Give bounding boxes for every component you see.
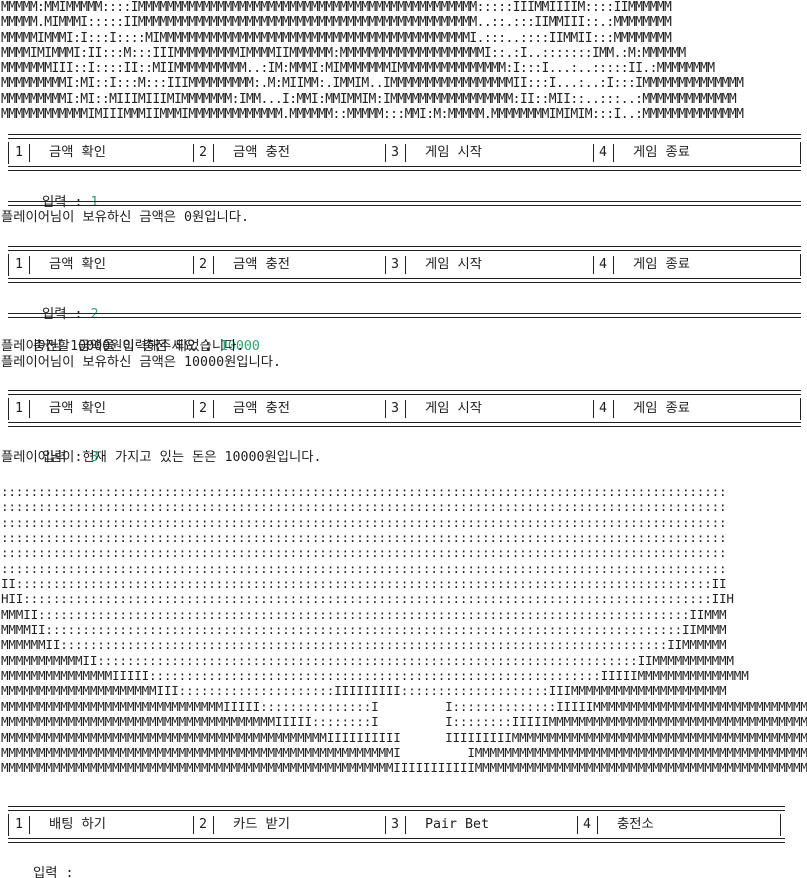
- menu-item-3[interactable]: Pair Bet: [425, 816, 489, 834]
- menu-divider: [193, 816, 194, 834]
- menu-item-2[interactable]: 금액 충전: [233, 256, 290, 274]
- menu-item-1[interactable]: 배팅 하기: [49, 816, 106, 834]
- menu-separator: [613, 256, 614, 274]
- console-window[interactable]: MMMMM:MMIMMMMM::::IMMMMMMMMMMMMMMMMMMMMM…: [0, 0, 807, 878]
- section-divider: [8, 313, 801, 318]
- input-line[interactable]: 입력 : 2: [10, 291, 99, 322]
- menu-separator: [597, 816, 598, 834]
- menu-separator: [405, 256, 406, 274]
- game-menu: 1 배팅 하기 2 카드 받기 3 Pair Bet 4 충전소: [8, 814, 781, 836]
- menu-item-number: 2: [199, 401, 208, 416]
- menu-item-number: 1: [15, 817, 24, 832]
- menu-separator: [29, 816, 30, 834]
- input-line[interactable]: 입력 : 1: [10, 179, 99, 210]
- menu-item-4[interactable]: 게임 종료: [633, 400, 690, 418]
- menu-item-3[interactable]: 게임 시작: [425, 144, 482, 162]
- menu-item-number: 3: [391, 401, 400, 416]
- menu-item-number: 3: [391, 257, 400, 272]
- main-menu: 1 금액 확인 2 금액 충전 3 게임 시작 4 게임 종료: [8, 254, 801, 276]
- menu-border-bottom: [8, 166, 801, 171]
- menu-divider: [593, 144, 594, 162]
- menu-item-1[interactable]: 금액 확인: [49, 256, 106, 274]
- menu-border-bottom: [8, 422, 801, 427]
- menu-divider: [385, 256, 386, 274]
- title-ascii-art: MMMMM:MMIMMMMM::::IMMMMMMMMMMMMMMMMMMMMM…: [1, 0, 744, 122]
- menu-separator: [613, 400, 614, 418]
- menu-item-2[interactable]: 카드 받기: [233, 816, 290, 834]
- input-line[interactable]: 입력 : 3: [10, 434, 99, 465]
- menu-item-3[interactable]: 게임 시작: [425, 256, 482, 274]
- menu-item-number: 3: [391, 145, 400, 160]
- final-input-line[interactable]: 입력 :: [1, 850, 82, 878]
- menu-separator: [29, 400, 30, 418]
- menu-item-1[interactable]: 금액 확인: [49, 144, 106, 162]
- menu-separator: [213, 256, 214, 274]
- menu-item-2[interactable]: 금액 충전: [233, 400, 290, 418]
- menu-item-number: 1: [15, 401, 24, 416]
- game-menu-border-bottom: [8, 838, 785, 843]
- menu-item-4[interactable]: 게임 종료: [633, 256, 690, 274]
- menu-divider: [385, 144, 386, 162]
- menu-item-number: 4: [599, 145, 608, 160]
- menu-item-number: 1: [15, 145, 24, 160]
- menu-divider: [193, 144, 194, 162]
- menu-item-4[interactable]: 게임 종료: [633, 144, 690, 162]
- balance-message: 플레이어님이 보유하신 금액은 10000원입니다.: [1, 355, 282, 370]
- menu-item-number: 2: [199, 257, 208, 272]
- card-table-ascii-art: ::::::::::::::::::::::::::::::::::::::::…: [1, 484, 807, 776]
- menu-separator: [213, 816, 214, 834]
- menu-item-number: 1: [15, 257, 24, 272]
- menu-divider: [593, 400, 594, 418]
- menu-separator: [213, 144, 214, 162]
- menu-separator: [213, 400, 214, 418]
- menu-divider: [593, 256, 594, 274]
- menu-item-number: 4: [599, 401, 608, 416]
- main-menu: 1 금액 확인 2 금액 충전 3 게임 시작 4 게임 종료: [8, 142, 801, 164]
- charge-prompt-line[interactable]: 충전할 금액을 입력해주세요 : 10000: [1, 323, 260, 354]
- game-menu-border-top: [8, 806, 785, 811]
- menu-item-3[interactable]: 게임 시작: [425, 400, 482, 418]
- main-menu: 1 금액 확인 2 금액 충전 3 게임 시작 4 게임 종료: [8, 398, 801, 420]
- menu-border-top: [8, 390, 801, 395]
- section-divider: [8, 201, 801, 206]
- balance-message: 플레이어님이 보유하신 금액은 0원입니다.: [1, 210, 249, 225]
- menu-divider: [193, 256, 194, 274]
- menu-item-number: 3: [391, 817, 400, 832]
- menu-border-top: [8, 246, 801, 251]
- menu-item-number: 2: [199, 145, 208, 160]
- menu-item-number: 2: [199, 817, 208, 832]
- menu-separator: [405, 816, 406, 834]
- menu-divider: [193, 400, 194, 418]
- charged-message: 플레이어님 10000원이 충전 되었습니다.: [1, 339, 245, 354]
- menu-item-2[interactable]: 금액 충전: [233, 144, 290, 162]
- menu-separator: [405, 144, 406, 162]
- menu-item-4[interactable]: 충전소: [617, 816, 654, 834]
- menu-item-number: 4: [583, 817, 592, 832]
- menu-separator: [29, 144, 30, 162]
- menu-separator: [405, 400, 406, 418]
- current-money-message: 플레이어님이 현재 가지고 있는 돈은 10000원입니다.: [1, 450, 322, 465]
- menu-border-bottom: [8, 278, 801, 283]
- menu-separator: [29, 256, 30, 274]
- menu-item-1[interactable]: 금액 확인: [49, 400, 106, 418]
- menu-divider: [385, 816, 386, 834]
- menu-separator: [613, 144, 614, 162]
- menu-divider: [577, 816, 578, 834]
- menu-border-top: [8, 134, 801, 139]
- menu-divider: [385, 400, 386, 418]
- menu-item-number: 4: [599, 257, 608, 272]
